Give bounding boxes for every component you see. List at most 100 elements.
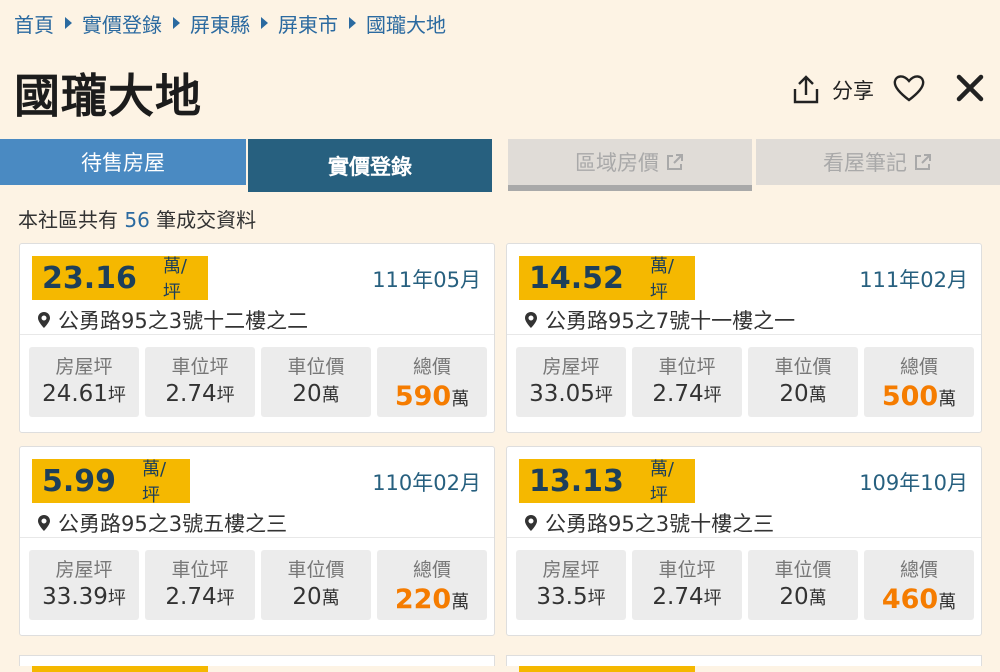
record-count-summary: 本社區共有 56 筆成交資料	[18, 204, 256, 233]
tab-viewing-notes-label: 看屋筆記	[823, 151, 907, 175]
stat-value: 500萬	[881, 381, 957, 412]
stat-value: 2.74坪	[165, 381, 235, 407]
unit-price-tag: 23.16 萬/坪	[32, 256, 208, 303]
stat-label: 車位坪	[171, 559, 229, 581]
chevron-right-icon	[65, 17, 72, 29]
stat-label: 車位價	[774, 356, 832, 378]
chevron-right-icon	[173, 17, 180, 29]
tab-transactions[interactable]: 實價登錄	[248, 139, 492, 192]
heart-icon	[893, 75, 925, 102]
stat-label: 總價	[412, 559, 451, 581]
stats-row: 房屋坪 24.61坪 車位坪 2.74坪 車位價 20萬 總價 590萬	[29, 347, 487, 417]
address: 公勇路95之3號十樓之三	[525, 508, 774, 538]
stat-value: 2.74坪	[652, 381, 722, 407]
breadcrumb-community[interactable]: 國瓏大地	[366, 9, 446, 38]
transaction-card[interactable]: 14.52 萬/坪 111年02月 公勇路95之7號十一樓之一 房屋坪 33.0…	[506, 243, 982, 433]
breadcrumb-county[interactable]: 屏東縣	[190, 9, 250, 38]
stat-house-area: 房屋坪 33.39坪	[29, 550, 139, 620]
location-pin-icon	[38, 312, 50, 328]
address: 公勇路95之3號十二樓之二	[38, 305, 308, 335]
summary-suffix: 筆成交資料	[156, 208, 257, 232]
transaction-date: 109年10月	[859, 471, 968, 495]
stat-label: 房屋坪	[55, 559, 113, 581]
unit-price: 23.16	[42, 260, 137, 296]
transaction-card[interactable]: 23.16 萬/坪 111年05月 公勇路95之3號十二樓之二 房屋坪 24.6…	[19, 243, 495, 433]
tab-area-prices[interactable]: 區域房價	[508, 139, 752, 185]
price-tag-peek	[32, 666, 208, 672]
stat-value: 460萬	[881, 584, 957, 615]
share-button[interactable]: 分享	[792, 75, 874, 105]
address: 公勇路95之7號十一樓之一	[525, 305, 795, 335]
unit-price: 13.13	[529, 463, 624, 499]
title-actions: 分享	[792, 70, 984, 110]
tab-underline	[508, 185, 752, 191]
stat-label: 總價	[899, 559, 938, 581]
chevron-right-icon	[349, 17, 356, 29]
close-icon	[956, 74, 984, 102]
favorite-button[interactable]	[892, 73, 926, 107]
stats-row: 房屋坪 33.5坪 車位坪 2.74坪 車位價 20萬 總價 460萬	[516, 550, 974, 620]
stat-value: 33.5坪	[536, 584, 606, 610]
stats-row: 房屋坪 33.39坪 車位坪 2.74坪 車位價 20萬 總價 220萬	[29, 550, 487, 620]
breadcrumb-transactions[interactable]: 實價登錄	[82, 9, 162, 38]
stat-value: 20萬	[292, 381, 340, 407]
tab-viewing-notes[interactable]: 看屋筆記	[756, 139, 1000, 185]
breadcrumb-home[interactable]: 首頁	[14, 9, 54, 38]
divider	[507, 537, 981, 538]
stat-value: 220萬	[394, 584, 470, 615]
stat-label: 總價	[412, 356, 451, 378]
stat-label: 總價	[899, 356, 938, 378]
close-button[interactable]	[956, 74, 984, 106]
stat-house-area: 房屋坪 24.61坪	[29, 347, 139, 417]
stat-total-price: 總價 460萬	[864, 550, 974, 620]
transaction-card-peek[interactable]	[506, 655, 982, 672]
stat-value: 24.61坪	[42, 381, 126, 407]
transaction-date: 111年02月	[859, 268, 968, 292]
tab-listings-label: 待售房屋	[81, 151, 165, 175]
page-title: 國瓏大地	[14, 69, 202, 123]
divider	[20, 334, 494, 335]
stat-total-price: 總價 500萬	[864, 347, 974, 417]
stat-label: 車位坪	[171, 356, 229, 378]
breadcrumb-city[interactable]: 屏東市	[278, 9, 338, 38]
share-label: 分享	[832, 79, 874, 103]
divider	[20, 537, 494, 538]
address: 公勇路95之3號五樓之三	[38, 508, 287, 538]
address-text: 公勇路95之3號十二樓之二	[58, 309, 309, 333]
share-icon	[793, 75, 819, 104]
stat-label: 車位價	[287, 356, 345, 378]
stat-label: 車位價	[287, 559, 345, 581]
stat-value: 2.74坪	[652, 584, 722, 610]
stat-house-area: 房屋坪 33.5坪	[516, 550, 626, 620]
transaction-card[interactable]: 5.99 萬/坪 110年02月 公勇路95之3號五樓之三 房屋坪 33.39坪…	[19, 446, 495, 636]
stat-label: 房屋坪	[542, 559, 600, 581]
stat-parking-area: 車位坪 2.74坪	[632, 550, 742, 620]
breadcrumb: 首頁 實價登錄 屏東縣 屏東市 國瓏大地	[14, 9, 446, 37]
transaction-date: 111年05月	[372, 268, 481, 292]
location-pin-icon	[38, 515, 50, 531]
stat-total-price: 總價 590萬	[377, 347, 487, 417]
record-count: 56	[124, 208, 150, 232]
unit-price-unit: 萬/坪	[649, 256, 674, 303]
external-link-icon	[667, 154, 683, 170]
stat-parking-price: 車位價 20萬	[261, 550, 371, 620]
unit-price: 5.99	[42, 463, 117, 499]
transaction-date: 110年02月	[372, 471, 481, 495]
summary-prefix: 本社區共有	[18, 208, 118, 232]
stat-parking-price: 車位價 20萬	[748, 550, 858, 620]
unit-price-unit: 萬/坪	[649, 459, 674, 506]
divider	[507, 334, 981, 335]
transaction-card-peek[interactable]	[19, 655, 495, 672]
unit-price: 14.52	[529, 260, 624, 296]
stat-value: 33.05坪	[529, 381, 613, 407]
transaction-card[interactable]: 13.13 萬/坪 109年10月 公勇路95之3號十樓之三 房屋坪 33.5坪…	[506, 446, 982, 636]
stat-value: 20萬	[292, 584, 340, 610]
stat-value: 20萬	[779, 381, 827, 407]
stat-parking-area: 車位坪 2.74坪	[145, 550, 255, 620]
stat-label: 車位坪	[658, 559, 716, 581]
location-pin-icon	[525, 312, 537, 328]
stat-house-area: 房屋坪 33.05坪	[516, 347, 626, 417]
tab-listings[interactable]: 待售房屋	[0, 139, 246, 185]
stat-value: 590萬	[394, 381, 470, 412]
unit-price-tag: 14.52 萬/坪	[519, 256, 695, 303]
